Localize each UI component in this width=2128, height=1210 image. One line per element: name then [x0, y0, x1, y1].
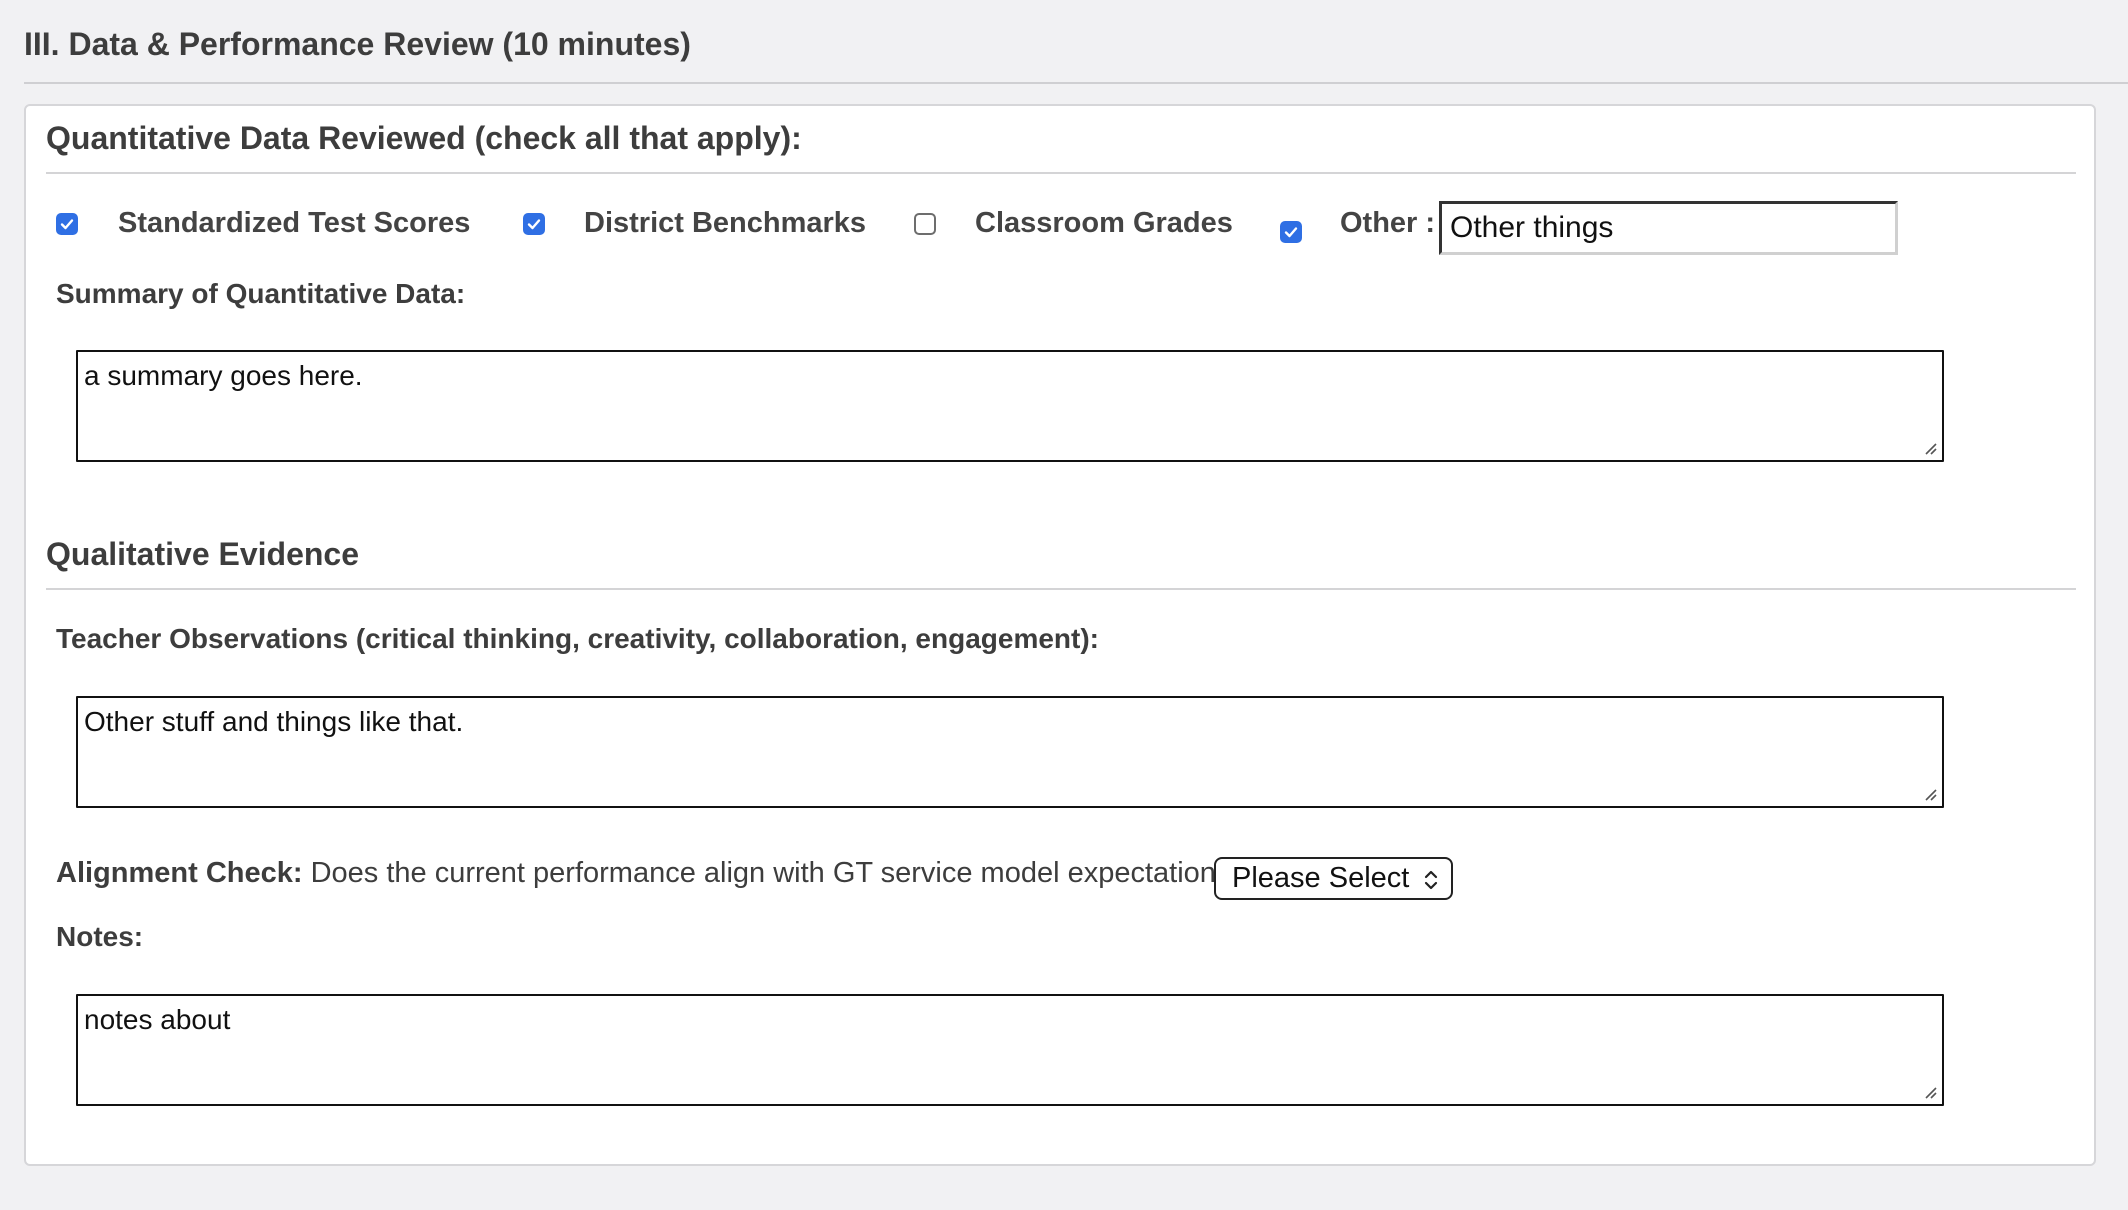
summary-textarea[interactable]: a summary goes here.: [76, 350, 1944, 462]
checkbox-classroom-grades[interactable]: [914, 213, 936, 235]
qualitative-title: Qualitative Evidence: [46, 536, 360, 572]
label-classroom-grades[interactable]: Classroom Grades: [975, 207, 1233, 240]
observations-textarea[interactable]: Other stuff and things like that.: [76, 696, 1944, 808]
checkmark-icon: [527, 219, 541, 230]
alignment-check-row: Alignment Check: Does the current perfor…: [56, 857, 1247, 890]
observations-text: Other stuff and things like that.: [84, 706, 464, 737]
notes-text: notes about: [84, 1004, 231, 1035]
section-divider: [24, 82, 2128, 84]
resize-handle-icon[interactable]: [1920, 784, 1938, 802]
other-text-input[interactable]: [1439, 201, 1898, 255]
quantitative-divider: [46, 172, 2076, 174]
alignment-question: Does the current performance align with …: [302, 857, 1247, 889]
checkbox-district-benchmarks[interactable]: [523, 213, 545, 235]
checkmark-icon: [1284, 227, 1298, 238]
summary-text: a summary goes here.: [84, 360, 363, 391]
section-title: III. Data & Performance Review (10 minut…: [24, 26, 691, 62]
label-district-benchmarks[interactable]: District Benchmarks: [584, 207, 866, 240]
resize-handle-icon[interactable]: [1920, 1082, 1938, 1100]
qualitative-divider: [46, 588, 2076, 590]
observations-label: Teacher Observations (critical thinking,…: [56, 623, 1099, 654]
select-arrows-icon: [1424, 870, 1438, 890]
checkbox-standardized-test-scores[interactable]: [56, 213, 78, 235]
resize-handle-icon[interactable]: [1920, 438, 1938, 456]
alignment-select-value: Please Select: [1232, 862, 1410, 894]
label-other[interactable]: Other :: [1340, 207, 1435, 240]
page: III. Data & Performance Review (10 minut…: [0, 0, 2128, 1210]
checkbox-other[interactable]: [1280, 221, 1302, 243]
summary-label: Summary of Quantitative Data:: [56, 278, 466, 309]
alignment-select[interactable]: Please Select: [1214, 857, 1453, 900]
alignment-label: Alignment Check:: [56, 857, 303, 889]
quantitative-title: Quantitative Data Reviewed (check all th…: [46, 120, 802, 156]
notes-textarea[interactable]: notes about: [76, 994, 1944, 1106]
label-standardized-test-scores[interactable]: Standardized Test Scores: [118, 207, 470, 240]
notes-label: Notes:: [56, 921, 144, 952]
checkmark-icon: [60, 219, 74, 230]
